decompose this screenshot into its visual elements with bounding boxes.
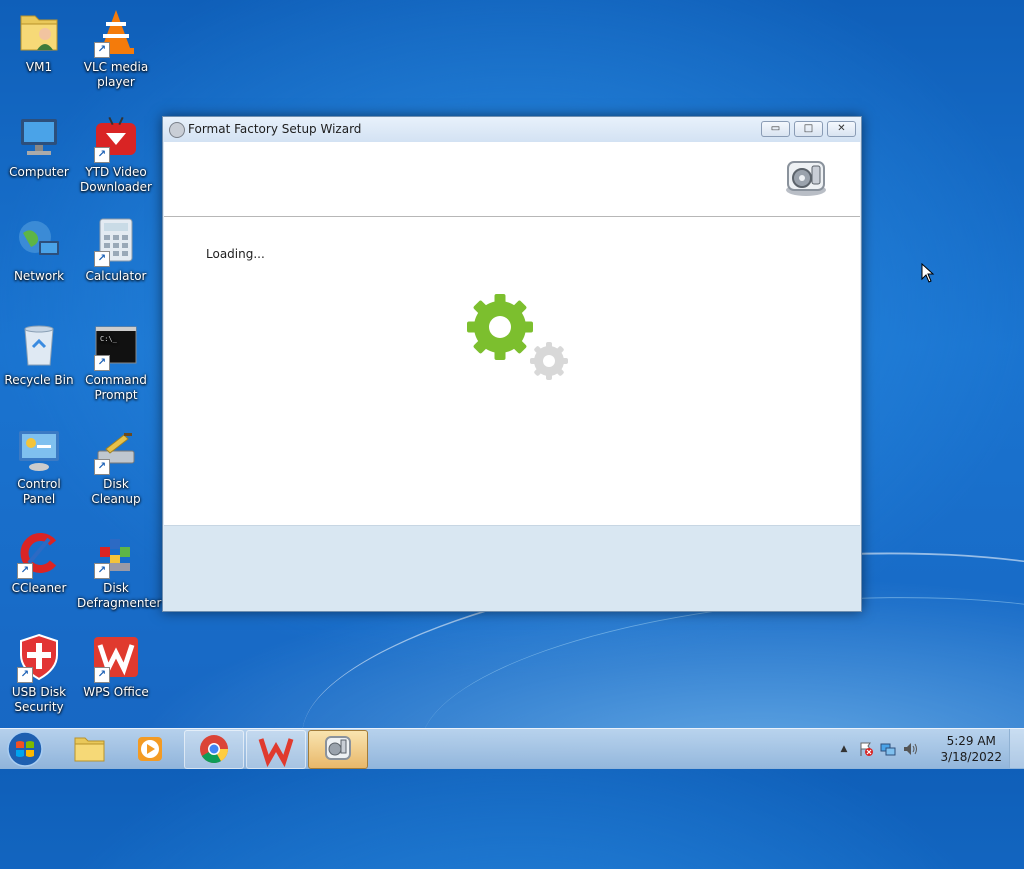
desktop-icon-command-prompt[interactable]: C:\_ ↗ Command Prompt [77, 321, 155, 403]
desktop-icon-disk-defragmenter[interactable]: ↗ Disk Defragmenter [77, 529, 162, 611]
maximize-button[interactable]: □ [794, 121, 823, 137]
desktop-icon-ytd[interactable]: ↗ YTD Video Downloader [77, 113, 155, 195]
shortcut-arrow-icon: ↗ [94, 459, 110, 475]
format-factory-logo-icon [782, 156, 830, 198]
desktop-icon-label: WPS Office [83, 685, 149, 699]
window-title: Format Factory Setup Wizard [188, 122, 362, 136]
taskbar-google-chrome[interactable] [184, 730, 244, 769]
desktop-icon-label: Disk Cleanup [91, 477, 141, 506]
large-gear-icon [467, 294, 533, 360]
desktop-icon-label: Calculator [85, 269, 147, 283]
command-prompt-icon: C:\_ ↗ [92, 321, 140, 371]
format-factory-icon [325, 736, 351, 760]
desktop-icon-label: Command Prompt [85, 373, 147, 402]
shield-icon: ↗ [15, 633, 63, 683]
start-button[interactable] [4, 730, 46, 768]
format-factory-small-icon [169, 122, 185, 138]
wizard-footer [164, 525, 860, 611]
network-globe-icon [15, 217, 63, 265]
folder-icon [74, 737, 105, 762]
loading-status-text: Loading... [206, 247, 265, 261]
desktop-icon-label: Network [13, 269, 65, 283]
loading-gears-icon [464, 293, 574, 393]
desktop-icon-ccleaner[interactable]: ↗ CCleaner [0, 529, 78, 596]
svg-text:C:\_: C:\_ [100, 335, 118, 343]
desktop-icon-computer[interactable]: Computer [0, 113, 78, 180]
show-hidden-icons-button[interactable]: ▲ [836, 741, 852, 757]
wps-office-icon: ↗ [92, 633, 140, 683]
taskbar: ▲ 5:29 AM 3/18/2022 [0, 728, 1024, 769]
desktop-icon-label: VLC media player [83, 60, 149, 89]
shortcut-arrow-icon: ↗ [94, 147, 110, 163]
clock-date: 3/18/2022 [940, 750, 1002, 764]
calculator-icon: ↗ [92, 217, 140, 267]
network-icon[interactable] [880, 741, 896, 757]
system-clock[interactable]: 5:29 AM 3/18/2022 [940, 733, 1002, 765]
shortcut-arrow-icon: ↗ [17, 563, 33, 579]
small-gear-icon [530, 342, 568, 380]
minimize-button[interactable]: ▭ [761, 121, 790, 137]
desktop-icon-control-panel[interactable]: Control Panel [0, 425, 78, 507]
desktop-icon-label: Recycle Bin [4, 373, 74, 387]
disk-cleanup-icon: ↗ [92, 425, 140, 475]
window-titlebar[interactable]: Format Factory Setup Wizard ▭ □ ✕ [163, 117, 861, 142]
desktop-icon-disk-cleanup[interactable]: ↗ Disk Cleanup [77, 425, 155, 507]
shortcut-arrow-icon: ↗ [17, 667, 33, 683]
ytd-downloader-icon: ↗ [92, 113, 140, 163]
wps-office-icon [258, 738, 294, 768]
control-panel-icon [15, 425, 63, 473]
taskbar-windows-explorer[interactable] [60, 730, 118, 767]
desktop-icon-vm1[interactable]: VM1 [0, 8, 78, 75]
desktop-icon-label: CCleaner [11, 581, 67, 595]
taskbar-wps-office[interactable] [246, 730, 306, 769]
show-desktop-button[interactable] [1009, 729, 1024, 768]
shortcut-arrow-icon: ↗ [94, 251, 110, 267]
desktop-icon-vlc[interactable]: ↗ VLC media player [77, 8, 155, 90]
shortcut-arrow-icon: ↗ [94, 563, 110, 579]
volume-icon[interactable] [902, 741, 918, 757]
vlc-cone-icon: ↗ [92, 8, 140, 58]
ccleaner-icon: ↗ [15, 529, 63, 579]
shortcut-arrow-icon: ↗ [94, 667, 110, 683]
desktop-icon-label: USB Disk Security [11, 685, 67, 714]
desktop-icon-label: Disk Defragmenter [77, 581, 162, 610]
media-player-icon [138, 737, 162, 761]
mouse-cursor-icon [921, 262, 935, 283]
shortcut-arrow-icon: ↗ [94, 42, 110, 58]
desktop-icon-usb-disk-security[interactable]: ↗ USB Disk Security [0, 633, 78, 715]
wizard-content: Loading... [164, 217, 860, 525]
desktop-icon-label: YTD Video Downloader [80, 165, 152, 194]
desktop-icon-label: VM1 [25, 60, 53, 74]
folder-user-icon [15, 8, 63, 56]
recycle-bin-icon [15, 321, 63, 369]
taskbar-format-factory-setup[interactable] [308, 730, 368, 769]
desktop-icon-label: Control Panel [17, 477, 61, 506]
desktop-icon-wps-office[interactable]: ↗ WPS Office [77, 633, 155, 700]
desktop-icon-recycle-bin[interactable]: Recycle Bin [0, 321, 78, 388]
taskbar-windows-media-player[interactable] [121, 730, 179, 767]
disk-defragmenter-icon: ↗ [92, 529, 140, 579]
chrome-icon [200, 735, 228, 763]
desktop-icon-label: Computer [9, 165, 69, 179]
shortcut-arrow-icon: ↗ [94, 355, 110, 371]
clock-time: 5:29 AM [946, 734, 996, 748]
close-button[interactable]: ✕ [827, 121, 856, 137]
setup-wizard-window: Format Factory Setup Wizard ▭ □ ✕ Loadin… [162, 116, 862, 612]
desktop-icon-network[interactable]: Network [0, 217, 78, 284]
wizard-header [164, 142, 860, 217]
system-tray: ▲ 5:29 AM 3/18/2022 [834, 729, 1024, 769]
action-center-flag-icon[interactable] [858, 741, 874, 757]
desktop-icon-calculator[interactable]: ↗ Calculator [77, 217, 155, 284]
computer-icon [15, 113, 63, 161]
